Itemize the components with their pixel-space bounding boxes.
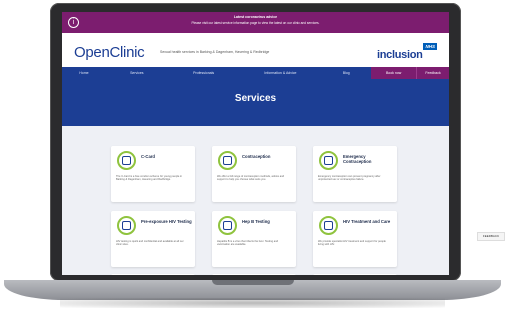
laptop-shadow bbox=[60, 298, 445, 308]
laptop-notch bbox=[212, 280, 294, 285]
service-card-title: Pre-exposure HIV Testing bbox=[141, 219, 192, 224]
site-header: OpenClinic Sexual health services in Bar… bbox=[62, 33, 449, 67]
service-card-hiv-testing[interactable]: Pre-exposure HIV Testing HIV testing is … bbox=[111, 211, 195, 267]
service-card-title: HIV Treatment and Care bbox=[343, 219, 391, 224]
hiv-testing-icon bbox=[117, 216, 136, 235]
page-hero: Services bbox=[62, 79, 449, 126]
service-card-contraception[interactable]: Contraception We offer a full range of c… bbox=[212, 146, 296, 202]
main-nav: Home Services Professionals Information … bbox=[62, 67, 449, 79]
service-card-title: Hep B Testing bbox=[242, 219, 270, 224]
service-card-c-card[interactable]: C-Card The C-Card is a free condom schem… bbox=[111, 146, 195, 202]
hiv-ribbon-icon bbox=[319, 216, 338, 235]
browser-screen: i Latest coronavirus advice Please visit… bbox=[62, 12, 449, 275]
contraception-icon bbox=[218, 151, 237, 170]
service-card-title: Contraception bbox=[242, 154, 271, 159]
service-cards: C-Card The C-Card is a free condom schem… bbox=[62, 126, 449, 275]
feedback-tab[interactable]: FEEDBACK bbox=[477, 232, 505, 241]
page-title: Services bbox=[234, 93, 277, 104]
nav-item-book-now[interactable]: Book now bbox=[371, 67, 417, 79]
service-card-hiv-care[interactable]: HIV Treatment and Care We provide specia… bbox=[313, 211, 397, 267]
partner-name: inclusion bbox=[377, 49, 423, 61]
site-tagline: Sexual health services in Barking & Dage… bbox=[160, 50, 270, 54]
nav-item-information[interactable]: Information & Advice bbox=[240, 67, 322, 79]
service-card-desc: Hepatitis B is a virus that infects the … bbox=[217, 240, 279, 247]
service-card-emergency-contraception[interactable]: Emergency Contraception Emergency contra… bbox=[313, 146, 397, 202]
nav-item-services[interactable]: Services bbox=[106, 67, 168, 79]
alert-bar: i Latest coronavirus advice Please visit… bbox=[62, 12, 449, 33]
alert-title: Latest coronavirus advice bbox=[233, 15, 278, 19]
service-card-desc: We provide specialist HIV treatment and … bbox=[318, 240, 386, 247]
service-card[interactable] bbox=[111, 274, 195, 275]
service-card-desc: We offer a full range of contraception m… bbox=[217, 175, 285, 182]
emergency-contraception-icon bbox=[319, 151, 338, 170]
service-card-title: C-Card bbox=[141, 154, 155, 159]
laptop-frame: i Latest coronavirus advice Please visit… bbox=[50, 3, 461, 281]
nav-item-feedback[interactable]: Feedback bbox=[416, 67, 449, 79]
nav-item-blog[interactable]: Blog bbox=[321, 67, 371, 79]
service-card-title: Emergency Contraception bbox=[343, 154, 372, 164]
alert-text[interactable]: Please visit our latest service informat… bbox=[62, 21, 449, 25]
nav-item-professionals[interactable]: Professionals bbox=[168, 67, 240, 79]
service-card-desc: Emergency contraception can prevent preg… bbox=[318, 175, 381, 182]
nhs-badge: NHS bbox=[423, 43, 437, 50]
nav-item-home[interactable]: Home bbox=[62, 67, 106, 79]
service-card-hep-b[interactable]: Hep B Testing Hepatitis B is a virus tha… bbox=[212, 211, 296, 267]
service-card-desc: The C-Card is a free condom scheme for y… bbox=[116, 175, 183, 182]
service-card-desc: HIV testing is quick and confidential an… bbox=[116, 240, 184, 247]
site-logo[interactable]: OpenClinic bbox=[74, 44, 145, 61]
c-card-icon bbox=[117, 151, 136, 170]
hep-b-icon bbox=[218, 216, 237, 235]
service-card[interactable] bbox=[313, 274, 397, 275]
service-card[interactable] bbox=[212, 274, 296, 275]
partner-logo[interactable]: NHS inclusion bbox=[377, 43, 439, 62]
